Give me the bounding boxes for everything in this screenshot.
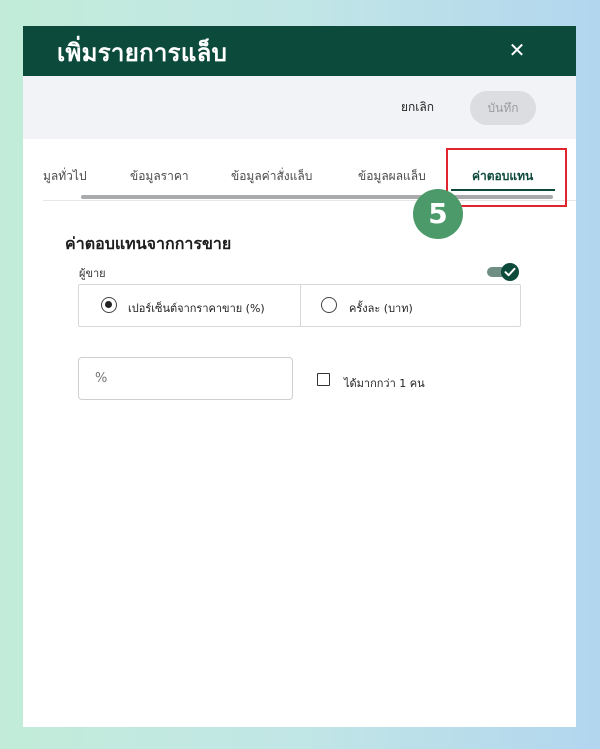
seller-toggle[interactable] bbox=[487, 262, 519, 282]
multi-person-checkbox[interactable] bbox=[317, 373, 330, 386]
check-icon bbox=[504, 267, 516, 277]
tab-highlight-box bbox=[446, 148, 567, 207]
percent-input[interactable] bbox=[78, 357, 293, 400]
tab-price[interactable]: ข้อมูลราคา bbox=[130, 167, 189, 186]
commission-type-radio-group: เปอร์เซ็นต์จากราคาขาย (%) ครั้งละ (บาท) bbox=[78, 284, 521, 327]
radio-percent[interactable] bbox=[101, 297, 117, 313]
radio-selected-dot bbox=[105, 301, 112, 308]
multi-person-label: ได้มากกว่า 1 คน bbox=[344, 377, 425, 390]
dialog-title: เพิ่มรายการแล็บ bbox=[57, 39, 228, 67]
radio-per-time[interactable] bbox=[321, 297, 337, 313]
add-lab-item-dialog: เพิ่มรายการแล็บ ✕ ยกเลิก บันทึก มูลทั่วไ… bbox=[23, 26, 576, 727]
tab-general[interactable]: มูลทั่วไป bbox=[43, 167, 87, 186]
step-badge: 5 bbox=[413, 189, 463, 239]
radio-per-time-option[interactable]: ครั้งละ (บาท) bbox=[301, 285, 521, 326]
radio-per-time-label: ครั้งละ (บาท) bbox=[349, 302, 413, 315]
seller-label: ผู้ขาย bbox=[79, 267, 106, 280]
cancel-button[interactable]: ยกเลิก bbox=[401, 98, 434, 117]
action-bar: ยกเลิก บันทึก bbox=[23, 76, 576, 139]
close-icon[interactable]: ✕ bbox=[505, 38, 529, 62]
tab-lab-order[interactable]: ข้อมูลค่าสั่งแล็บ bbox=[231, 167, 312, 186]
tab-lab-result[interactable]: ข้อมูลผลแล็บ bbox=[358, 167, 426, 186]
save-button[interactable]: บันทึก bbox=[470, 91, 536, 125]
section-title: ค่าตอบแทนจากการขาย bbox=[65, 234, 232, 253]
radio-percent-option[interactable]: เปอร์เซ็นต์จากราคาขาย (%) bbox=[79, 285, 300, 326]
dialog-header: เพิ่มรายการแล็บ ✕ bbox=[23, 26, 576, 76]
radio-percent-label: เปอร์เซ็นต์จากราคาขาย (%) bbox=[128, 302, 265, 315]
toggle-knob bbox=[501, 263, 519, 281]
